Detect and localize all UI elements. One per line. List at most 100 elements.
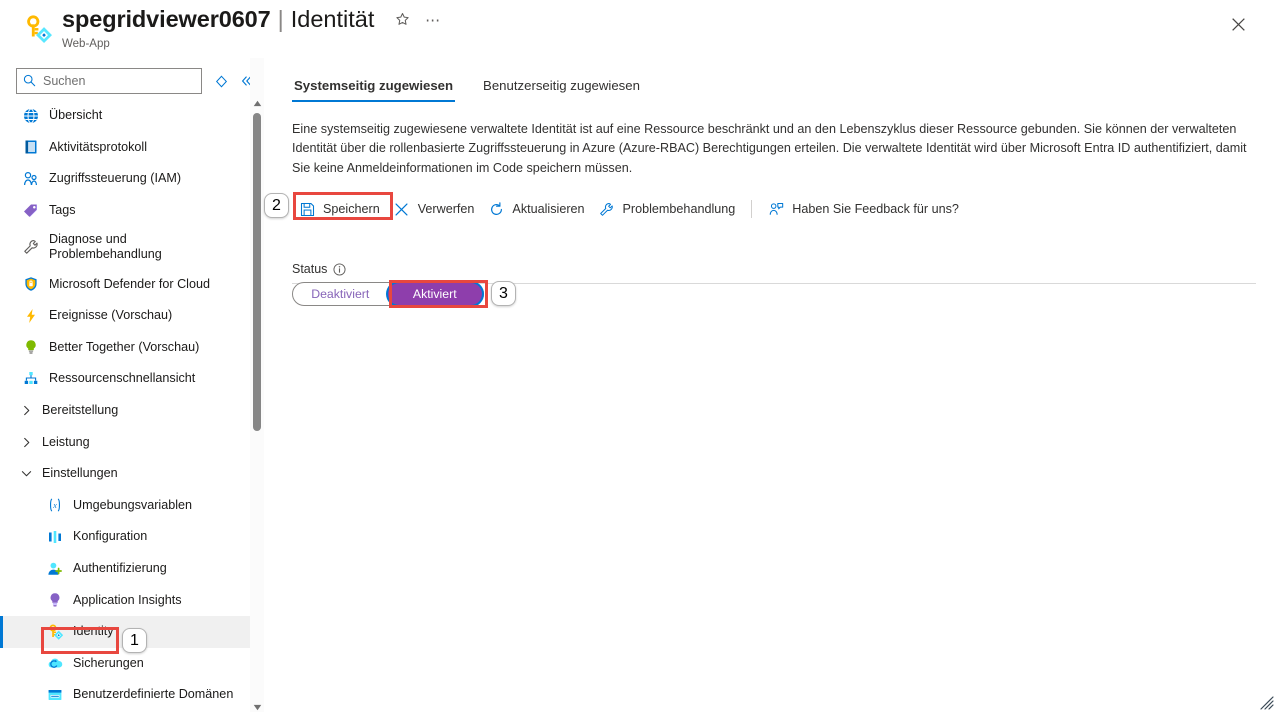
sidebar-item-label: Leistung [42,434,90,449]
sidebar-item-label: Bereitstellung [42,403,119,418]
shield-icon [22,276,39,293]
sidebar-item-umgebungsvariablen[interactable]: x Umgebungsvariablen [0,490,250,522]
scroll-down-arrow-icon[interactable] [250,699,264,712]
step-number: 1 [130,631,139,649]
refresh-button[interactable]: Aktualisieren [481,195,591,223]
lightbulb-icon [22,339,39,356]
discard-x-icon [394,201,410,217]
feedback-person-icon [768,201,784,217]
step-badge-2: 2 [264,193,289,218]
troubleshoot-button[interactable]: Problembehandlung [592,195,743,223]
sidebar-group-bereitstellung[interactable]: Bereitstellung [0,395,250,427]
sidebar-item-label: Einstellungen [42,466,118,481]
discard-button[interactable]: Verwerfen [387,195,482,223]
sidebar-item-aktivitatsprotokoll[interactable]: Aktivitätsprotokoll [0,132,250,164]
sidebar-item-label: Sicherungen [73,655,144,670]
wrench-icon [599,201,615,217]
backups-cloud-icon [46,655,63,672]
status-toggle[interactable]: Deaktiviert Aktiviert [292,282,484,306]
sidebar-item-label: Umgebungsvariablen [73,497,193,512]
scrollbar-thumb[interactable] [253,113,261,431]
sidebar-item-application-insights[interactable]: Application Insights [0,584,250,616]
feedback-button[interactable]: Haben Sie Feedback für uns? [761,195,966,223]
search-box[interactable] [16,68,202,94]
discard-label: Verwerfen [417,202,475,216]
feedback-label: Haben Sie Feedback für uns? [792,202,959,216]
close-icon[interactable] [1224,10,1252,38]
sidebar-item-sicherungen[interactable]: Sicherungen [0,648,250,680]
sidebar-item-label: Authentifizierung [73,561,167,576]
toggle-option-label: Deaktiviert [311,287,370,301]
sidebar-item-tags[interactable]: Tags [0,195,250,227]
configuration-icon [46,528,63,545]
sidebar-item-better-together[interactable]: Better Together (Vorschau) [0,332,250,364]
custom-domains-icon [46,686,63,703]
scroll-up-arrow-icon[interactable] [250,95,264,111]
troubleshoot-label: Problembehandlung [622,202,736,216]
ellipsis-icon[interactable]: ⋯ [422,9,444,31]
step-badge-3: 3 [491,281,516,306]
identity-key-icon [46,623,63,640]
save-button[interactable]: Speichern [292,195,387,223]
activity-log-icon [22,139,39,156]
sidebar-item-ereignisse[interactable]: Ereignisse (Vorschau) [0,300,250,332]
save-disk-icon [299,201,315,217]
sidebar-group-leistung[interactable]: Leistung [0,426,250,458]
application-insights-icon [46,592,63,609]
page-title: spegridviewer0607 | Identität ⋯ [62,6,444,33]
sidebar-item-label: Tags [49,203,76,218]
sidebar-item-diagnose[interactable]: Diagnose und Problembehandlung [0,226,250,268]
sidebar-group-einstellungen[interactable]: Einstellungen [0,458,250,490]
star-icon[interactable] [391,9,413,31]
sidebar-item-label: Ereignisse (Vorschau) [49,308,173,323]
authentication-user-icon [46,560,63,577]
sidebar-scrollbar[interactable] [250,58,264,712]
sidebar-item-label: Diagnose und Problembehandlung [49,232,162,262]
variables-icon: x [46,497,63,514]
sidebar-item-zugriffssteuerung[interactable]: Zugriffssteuerung (IAM) [0,163,250,195]
sidebar-item-ubersicht[interactable]: Übersicht [0,100,250,132]
search-input[interactable] [43,74,191,88]
tags-icon [22,202,39,219]
sidebar-item-label: Application Insights [73,592,182,607]
sidebar-item-ressourcenschnellansicht[interactable]: Ressourcenschnellansicht [0,363,250,395]
sidebar-item-konfiguration[interactable]: Konfiguration [0,521,250,553]
sidebar-item-label: Ressourcenschnellansicht [49,371,196,386]
sidebar-item-benutzerdefinierte-domanen[interactable]: Benutzerdefinierte Domänen [0,679,250,711]
step-number: 3 [499,284,508,302]
info-icon[interactable] [333,262,346,276]
tab-systemseitig-zugewiesen[interactable]: Systemseitig zugewiesen [292,78,456,102]
toggle-option-label: Aktiviert [412,287,457,301]
blade-name: Identität [290,6,375,32]
chevron-down-icon [18,466,34,482]
sidebar-item-label: Übersicht [49,108,103,123]
tab-label: Systemseitig zugewiesen [294,78,454,93]
pin-icon[interactable] [211,71,231,91]
resource-name: spegridviewer0607 [62,6,271,32]
sidebar-item-defender[interactable]: Microsoft Defender for Cloud [0,268,250,300]
step-badge-1: 1 [122,628,147,653]
save-label: Speichern [323,202,380,216]
resource-type-subtitle: Web-App [62,38,110,50]
overview-globe-icon [22,107,39,124]
lightning-icon [22,307,39,324]
title-separator: | [277,6,284,32]
refresh-label: Aktualisieren [512,202,585,216]
left-navigation-panel: Übersicht Aktivitätsprotokoll [0,58,251,712]
sidebar-item-label: Microsoft Defender for Cloud [49,276,210,291]
resize-grip-icon[interactable] [1260,696,1274,710]
sidebar-item-authentifizierung[interactable]: Authentifizierung [0,553,250,585]
resource-graph-icon [22,370,39,387]
sidebar-item-label: Benutzerdefinierte Domänen [73,687,234,702]
chevron-right-icon [18,403,34,419]
status-toggle-deaktiviert[interactable]: Deaktiviert [293,283,388,305]
sidebar-item-label: Aktivitätsprotokoll [49,139,147,154]
tab-benutzerseitig-zugewiesen[interactable]: Benutzerseitig zugewiesen [481,78,642,102]
wrench-icon [22,239,39,256]
tab-label: Benutzerseitig zugewiesen [483,78,640,93]
identity-tabs: Systemseitig zugewiesen Benutzerseitig z… [292,78,642,102]
sidebar-item-label: Konfiguration [73,529,148,544]
status-toggle-aktiviert[interactable]: Aktiviert [387,283,482,305]
search-icon [23,74,37,88]
toolbar-separator [751,200,753,218]
